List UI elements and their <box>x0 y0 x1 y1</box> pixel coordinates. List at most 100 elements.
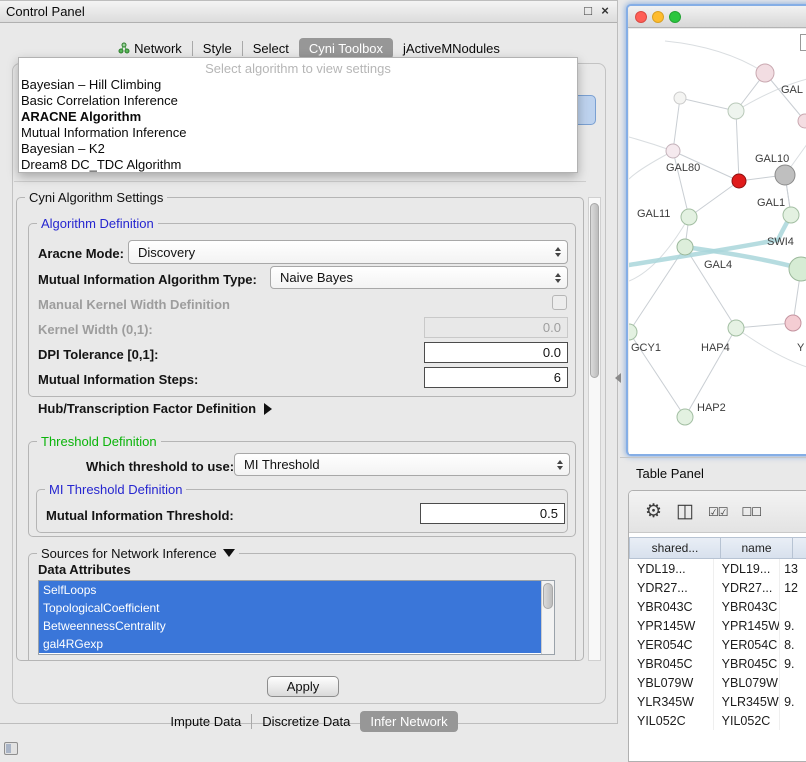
which-threshold-value: MI Threshold <box>244 457 320 472</box>
column-header-shared-name[interactable]: shared... <box>629 537 721 559</box>
svg-text:GAL80: GAL80 <box>666 162 700 174</box>
tab-select[interactable]: Select <box>243 38 299 59</box>
attributes-scrollbar-thumb[interactable] <box>543 583 553 609</box>
table-cell: YDL19... <box>714 559 780 578</box>
combo-stepper-icon <box>557 460 563 470</box>
attribute-item[interactable]: gal4RGexp <box>39 635 541 653</box>
table-body: YDL19...YDL19...13YDR27...YDR27...12YBR0… <box>629 559 806 730</box>
data-attributes-list[interactable]: SelfLoops TopologicalCoefficient Between… <box>38 580 555 655</box>
table-cell: YBL079W <box>714 673 780 692</box>
tab-network[interactable]: Network <box>108 38 192 59</box>
settings-scrollbar-thumb[interactable] <box>590 203 599 378</box>
svg-text:Y: Y <box>797 342 805 354</box>
table-row[interactable]: YBL079WYBL079W <box>629 673 806 692</box>
kernel-width-field[interactable]: 0.0 <box>424 317 568 338</box>
table-row[interactable]: YDL19...YDL19...13 <box>629 559 806 578</box>
sources-title: Sources for Network Inference <box>41 546 217 561</box>
dpi-tolerance-field[interactable]: 0.0 <box>424 342 568 363</box>
attribute-item[interactable]: TopologicalCoefficient <box>39 599 541 617</box>
table-cell: YDL19... <box>629 559 714 578</box>
table-cell: 13 <box>780 559 806 578</box>
table-cell <box>780 673 806 692</box>
table-panel-title: Table Panel <box>636 466 704 481</box>
table-row[interactable]: YDR27...YDR27...12 <box>629 578 806 597</box>
table-cell: 9. <box>780 692 806 711</box>
mi-steps-label: Mutual Information Steps: <box>38 372 198 387</box>
algorithm-option[interactable]: Bayesian – Hill Climbing <box>19 77 577 93</box>
apply-button[interactable]: Apply <box>267 676 339 697</box>
network-graph-svg: GAL80GAL10GAL1GAL11SWI4GAL4GCY1HAP4HAP2G… <box>629 29 806 454</box>
aracne-mode-select[interactable]: Discovery <box>128 240 568 264</box>
table-cell: YPR145W <box>714 616 780 635</box>
table-row[interactable]: YBR045CYBR045C9. <box>629 654 806 673</box>
attribute-item[interactable]: BetweennessCentrality <box>39 617 541 635</box>
gear-icon[interactable]: ⚙ <box>645 500 662 523</box>
float-window-icon[interactable]: □ <box>581 3 595 18</box>
mi-type-select[interactable]: Naive Bayes <box>270 266 568 289</box>
tab-jactivemnodules[interactable]: jActiveMNodules <box>393 38 510 59</box>
network-canvas[interactable]: GAL80GAL10GAL1GAL11SWI4GAL4GCY1HAP4HAP2G… <box>629 29 806 454</box>
data-attributes-label: Data Attributes <box>38 562 131 577</box>
algorithm-option[interactable]: Basic Correlation Inference <box>19 93 577 109</box>
network-window-titlebar <box>628 6 806 28</box>
table-cell: 12 <box>780 578 806 597</box>
minimized-panel-icon[interactable] <box>4 742 18 755</box>
table-row[interactable]: YBR043CYBR043C <box>629 597 806 616</box>
hub-definition-toggle[interactable]: Hub/Transcription Factor Definition <box>38 401 272 416</box>
close-icon[interactable]: × <box>598 3 612 18</box>
svg-text:GAL1: GAL1 <box>757 197 785 209</box>
expand-triangle-icon <box>264 403 272 415</box>
svg-text:GAL4: GAL4 <box>704 259 732 271</box>
tab-impute-data[interactable]: Impute Data <box>160 711 251 732</box>
sources-toggle[interactable]: Sources for Network Inference <box>37 546 239 561</box>
table-cell <box>780 597 806 616</box>
table-cell <box>780 711 806 730</box>
close-traffic-light[interactable] <box>635 11 647 23</box>
mi-type-value: Naive Bayes <box>280 270 353 285</box>
tab-style[interactable]: Style <box>193 38 242 59</box>
birdseye-toggle[interactable] <box>800 34 806 51</box>
mi-type-label: Mutual Information Algorithm Type: <box>38 272 257 287</box>
mi-steps-field[interactable]: 6 <box>424 367 568 388</box>
panel-divider <box>620 457 806 458</box>
table-header: shared... name <box>629 537 806 559</box>
table-cell: 9. <box>780 616 806 635</box>
table-cell: YLR345W <box>714 692 780 711</box>
settings-group-title: Cyni Algorithm Settings <box>25 190 167 205</box>
aracne-mode-label: Aracne Mode: <box>38 246 124 261</box>
attribute-item[interactable]: SelfLoops <box>39 581 541 599</box>
algorithm-definition-title: Algorithm Definition <box>37 216 158 231</box>
obscured-group-border <box>14 181 586 182</box>
column-header-extra[interactable] <box>793 537 806 559</box>
svg-text:HAP2: HAP2 <box>697 402 726 414</box>
dpi-tolerance-label: DPI Tolerance [0,1]: <box>38 347 158 362</box>
mi-threshold-group-title: MI Threshold Definition <box>45 482 186 497</box>
tab-discretize-data[interactable]: Discretize Data <box>252 711 360 732</box>
table-row[interactable]: YER054CYER054C8. <box>629 635 806 654</box>
table-cell: 9. <box>780 654 806 673</box>
algorithm-option[interactable]: Mutual Information Inference <box>19 125 577 141</box>
zoom-traffic-light[interactable] <box>669 11 681 23</box>
select-all-icon[interactable]: ☑☑ <box>708 505 728 519</box>
settings-scrollbar[interactable] <box>588 197 601 661</box>
tab-cyni-toolbox[interactable]: Cyni Toolbox <box>299 38 393 59</box>
tab-infer-network[interactable]: Infer Network <box>360 711 457 732</box>
table-row[interactable]: YLR345WYLR345W9. <box>629 692 806 711</box>
minimize-traffic-light[interactable] <box>652 11 664 23</box>
mi-threshold-field[interactable]: 0.5 <box>420 503 565 524</box>
deselect-all-icon[interactable]: ☐☐ <box>742 505 762 519</box>
svg-text:SWI4: SWI4 <box>767 236 794 248</box>
tab-network-label: Network <box>134 41 182 56</box>
column-header-name[interactable]: name <box>721 537 793 559</box>
table-row[interactable]: YIL052CYIL052C <box>629 711 806 730</box>
algorithm-option[interactable]: Dream8 DC_TDC Algorithm <box>19 157 577 173</box>
columns-icon[interactable]: ◫ <box>676 500 694 523</box>
splitter-collapse-icon[interactable] <box>615 373 621 383</box>
manual-kernel-checkbox[interactable] <box>552 295 567 310</box>
table-row[interactable]: YPR145WYPR145W9. <box>629 616 806 635</box>
algorithm-option[interactable]: Bayesian – K2 <box>19 141 577 157</box>
svg-text:GCY1: GCY1 <box>631 342 661 354</box>
attributes-scrollbar[interactable] <box>541 581 554 654</box>
algorithm-option-selected[interactable]: ARACNE Algorithm <box>19 109 577 125</box>
which-threshold-select[interactable]: MI Threshold <box>234 453 570 476</box>
